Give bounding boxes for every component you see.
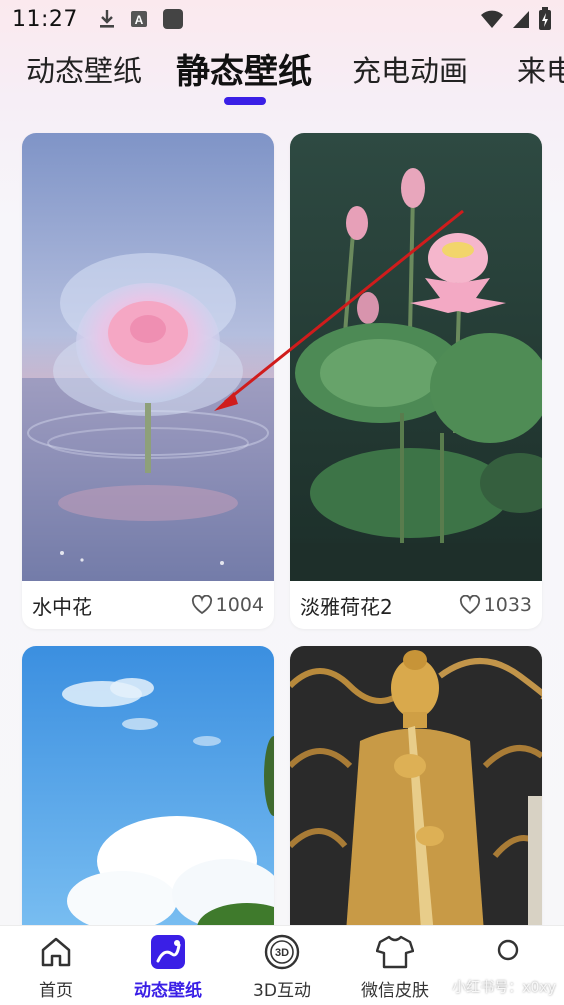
annotation-arrow <box>214 209 464 411</box>
